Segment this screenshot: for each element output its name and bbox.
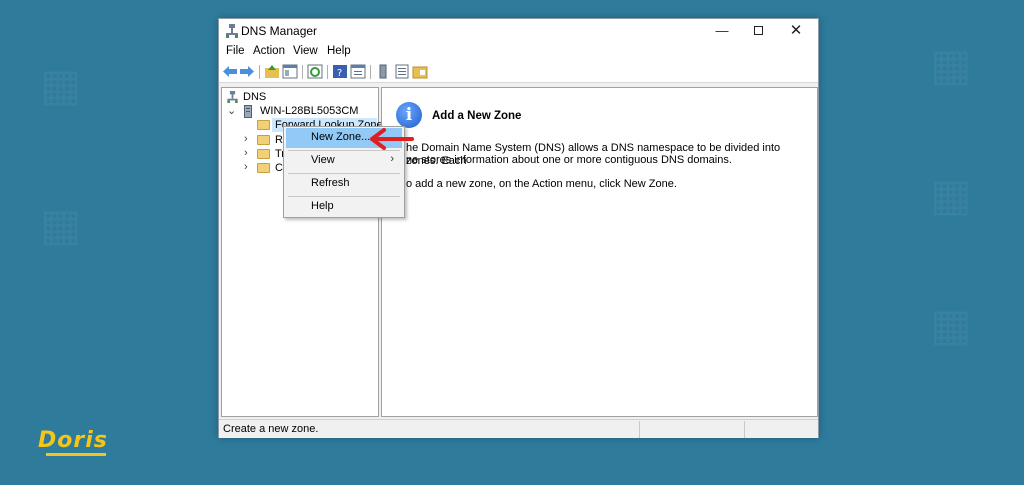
menu-view[interactable]: View — [293, 45, 318, 57]
properties-icon[interactable] — [350, 64, 366, 79]
red-arrow-icon — [370, 128, 414, 150]
tree-label: WIN-L28BL5053CM — [260, 105, 359, 117]
dns-app-icon — [226, 24, 238, 38]
title-bar: DNS Manager — ✕ — [219, 19, 818, 43]
menu-item-refresh[interactable]: Refresh — [286, 174, 402, 194]
back-icon[interactable] — [222, 64, 238, 79]
forward-icon[interactable] — [239, 64, 255, 79]
dns-root-icon — [227, 91, 238, 103]
tree-item-server[interactable]: ⌄ WIN-L28BL5053CM — [227, 104, 377, 119]
zone-heading: Add a New Zone — [432, 110, 522, 122]
close-button[interactable]: ✕ — [778, 19, 814, 43]
folder-icon — [257, 149, 270, 159]
watermark: ▦ — [930, 40, 972, 91]
watermark: ▦ — [930, 300, 972, 351]
folder-new-icon[interactable] — [412, 64, 428, 79]
chevron-right-icon[interactable]: › — [244, 161, 248, 173]
menu-help[interactable]: Help — [327, 45, 351, 57]
help-icon[interactable]: ? — [332, 64, 348, 79]
server-icon — [244, 105, 252, 118]
show-hide-tree-icon[interactable] — [282, 64, 298, 79]
toolbar: ? — [219, 61, 818, 83]
dns-manager-window: DNS Manager — ✕ File Action View Help ? — [218, 18, 819, 438]
status-bar: Create a new zone. — [219, 419, 818, 438]
status-divider — [639, 421, 640, 438]
status-text: Create a new zone. — [223, 423, 319, 435]
dns-server-icon[interactable] — [375, 64, 391, 79]
results-pane: i Add a New Zone he Domain Name System (… — [381, 87, 818, 417]
toolbar-separator — [327, 65, 328, 79]
refresh-icon[interactable] — [307, 64, 323, 79]
watermark: ▦ — [40, 60, 82, 111]
tree-item-dns[interactable]: DNS — [227, 90, 377, 105]
menu-action[interactable]: Action — [253, 45, 285, 57]
menu-file[interactable]: File — [226, 45, 245, 57]
menu-bar: File Action View Help — [219, 43, 818, 61]
maximize-button[interactable] — [740, 19, 776, 43]
folder-icon — [257, 135, 270, 145]
logo-underline — [46, 453, 106, 456]
menu-item-help[interactable]: Help — [286, 197, 402, 217]
watermark: ▦ — [40, 200, 82, 251]
minimize-button[interactable]: — — [704, 19, 740, 43]
window-title: DNS Manager — [241, 24, 318, 38]
up-folder-icon[interactable] — [264, 64, 280, 79]
list-icon[interactable] — [394, 64, 410, 79]
folder-icon — [257, 120, 270, 130]
info-icon: i — [396, 102, 422, 128]
svg-text:?: ? — [337, 68, 342, 79]
chevron-right-icon[interactable]: › — [244, 133, 248, 145]
toolbar-separator — [259, 65, 260, 79]
toolbar-separator — [302, 65, 303, 79]
chevron-right-icon[interactable]: › — [244, 147, 248, 159]
zone-description-line2: ne stores information about one or more … — [406, 154, 732, 166]
tree-label: DNS — [243, 91, 267, 103]
toolbar-separator — [370, 65, 371, 79]
submenu-arrow-icon: › — [390, 153, 394, 165]
status-divider — [744, 421, 745, 438]
chevron-down-icon[interactable]: ⌄ — [227, 104, 236, 117]
watermark: ▦ — [930, 170, 972, 221]
menu-item-view[interactable]: View › — [286, 151, 402, 171]
zone-instructions: o add a new zone, on the Action menu, cl… — [406, 178, 677, 190]
brand-logo: Doris — [38, 428, 108, 456]
folder-icon — [257, 163, 270, 173]
maximize-icon — [753, 26, 763, 35]
